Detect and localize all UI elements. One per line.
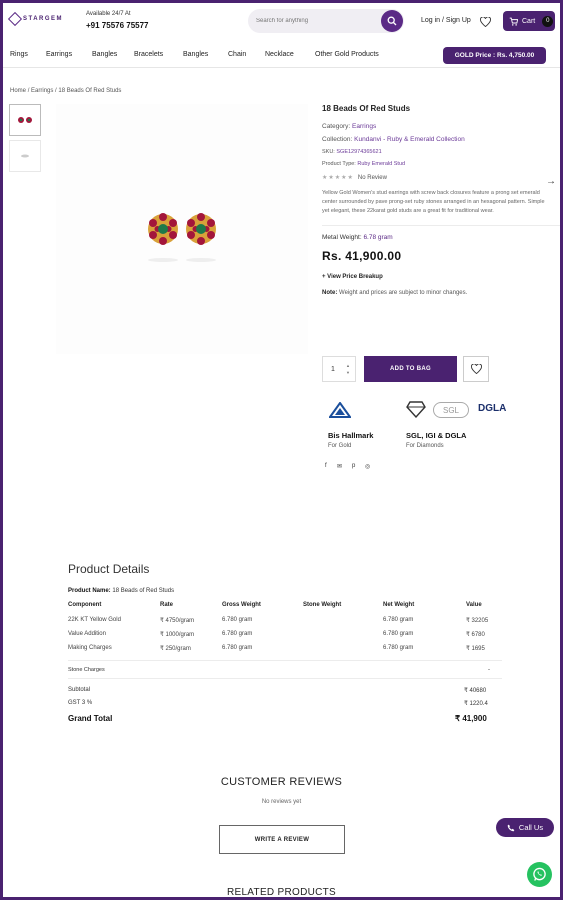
product-main-image[interactable]: [56, 104, 308, 354]
add-to-wishlist-button[interactable]: [463, 356, 489, 382]
search-icon: [387, 16, 397, 26]
product-description: Yellow Gold Women's stud earrings with s…: [322, 190, 545, 214]
rating-stars[interactable]: ★★★★★ No Review: [322, 174, 560, 181]
nav-item-chain[interactable]: Chain: [228, 51, 246, 58]
bis-hallmark-icon: [329, 402, 351, 418]
whatsapp-icon: [533, 867, 546, 881]
metal-weight: Metal Weight: 6.78 gram: [322, 234, 393, 241]
search-button[interactable]: [381, 10, 403, 32]
breadcrumb-home[interactable]: Home: [10, 88, 26, 94]
table-header-component: Component: [68, 602, 102, 608]
phone-icon: [507, 824, 515, 831]
grand-total-value: ₹ 41,900: [455, 714, 487, 723]
product-price: Rs. 41,900.00: [322, 249, 402, 263]
write-review-button[interactable]: WRITE A REVIEW: [219, 825, 345, 854]
product-sku: SKU: SGE12974365621: [322, 149, 382, 155]
quantity-value: 1: [331, 365, 335, 373]
bis-hallmark-sub: For Gold: [328, 443, 352, 449]
cart-count-badge: 0: [542, 15, 554, 27]
left-stud-earring: [148, 213, 178, 245]
nav-item-rings[interactable]: Rings: [10, 51, 28, 58]
product-category: Category: Earrings: [322, 123, 377, 130]
grand-total-label: Grand Total: [68, 714, 113, 723]
site-header: STARGEM Available 24/7 At +91 75576 7557…: [0, 0, 563, 44]
nav-item-earrings[interactable]: Earrings: [46, 51, 72, 58]
right-stud-earring: [186, 213, 216, 245]
earring-thumbnail-image: [18, 117, 32, 123]
call-us-button[interactable]: Call Us: [496, 818, 554, 837]
review-count: No Review: [357, 175, 387, 181]
bis-hallmark-title: Bis Hallmark: [328, 431, 374, 440]
cart-label: Cart: [522, 17, 536, 25]
breadcrumb: Home / Earrings / 18 Beads Of Red Studs: [10, 88, 122, 94]
certification-title: SGL, IGI & DGLA: [406, 431, 467, 440]
add-to-bag-button[interactable]: ADD TO BAG: [364, 356, 457, 382]
gst-label: GST 3 %: [68, 700, 93, 706]
collection-link[interactable]: Kundanvi - Ruby & Emerald Collection: [354, 136, 465, 143]
search-input[interactable]: [256, 18, 376, 24]
gold-price-badge: GOLD Price : Rs. 4,750.00: [443, 47, 546, 64]
table-header-gross-weight: Gross Weight: [222, 602, 261, 608]
pinterest-icon[interactable]: p: [352, 463, 355, 469]
availability-text: Available 24/7 At: [86, 11, 131, 17]
login-signup-link[interactable]: Log in / Sign Up: [421, 17, 471, 24]
nav-item-other-gold-products[interactable]: Other Gold Products: [315, 51, 379, 58]
table-header-value: Value: [466, 602, 482, 608]
table-header-stone-weight: Stone Weight: [303, 602, 342, 608]
whatsapp-chat-button[interactable]: [527, 862, 552, 887]
product-type-link[interactable]: Ruby Emerald Stud: [357, 161, 405, 167]
logo-text: STARGEM: [23, 16, 64, 22]
product-details-title: Product Details: [68, 562, 150, 576]
nav-item-bangles[interactable]: Bangles: [92, 51, 117, 58]
diamond-icon: [406, 401, 426, 418]
subtotal-label: Subtotal: [68, 687, 91, 693]
table-header-rate: Rate: [160, 602, 174, 608]
site-logo[interactable]: STARGEM: [7, 11, 64, 27]
dgla-logo: DGLA: [478, 403, 507, 414]
breadcrumb-current: 18 Beads Of Red Studs: [58, 88, 122, 94]
left-stud-shadow: [148, 258, 178, 262]
facebook-icon[interactable]: f: [325, 463, 327, 469]
next-product-arrow-icon[interactable]: →: [546, 176, 556, 187]
category-link[interactable]: Earrings: [352, 123, 376, 130]
breadcrumb-earrings[interactable]: Earrings: [31, 88, 53, 94]
heart-icon: [480, 16, 491, 28]
gst-value: ₹ 1220.4: [464, 701, 488, 707]
sgl-logo: SGL: [433, 402, 469, 418]
email-icon[interactable]: ✉: [337, 463, 342, 470]
nav-item-bangles-2[interactable]: Bangles: [183, 51, 208, 58]
product-collection: Collection: Kundanvi - Ruby & Emerald Co…: [322, 136, 465, 143]
quantity-spin-icon[interactable]: ▲ ▼: [346, 362, 350, 376]
logo-diamond-icon: [7, 11, 23, 27]
product-title: 18 Beads Of Red Studs: [322, 104, 411, 113]
quantity-stepper[interactable]: 1 ▲ ▼: [322, 356, 356, 382]
earring-side-thumbnail-image: [21, 154, 29, 158]
search-bar: [248, 9, 404, 33]
stone-charges-value: -: [488, 667, 490, 673]
cart-button[interactable]: Cart 0: [503, 11, 555, 31]
product-details-name: Product Name: 18 Beads of Red Studs: [68, 588, 175, 594]
related-products-title: RELATED PRODUCTS: [226, 887, 337, 898]
view-price-breakup-link[interactable]: + View Price Breakup: [322, 274, 560, 280]
nav-item-necklace[interactable]: Necklace: [265, 51, 294, 58]
phone-number[interactable]: +91 75576 75577: [86, 21, 149, 30]
whatsapp-share-icon[interactable]: ◎: [365, 463, 370, 470]
table-header-net-weight: Net Weight: [383, 602, 415, 608]
product-type: Product Type: Ruby Emerald Stud: [322, 161, 406, 167]
cart-icon: [509, 17, 518, 26]
no-reviews-text: No reviews yet: [261, 799, 302, 805]
product-info: 18 Beads Of Red Studs Category: Earrings…: [322, 104, 560, 296]
certification-sub: For Diamonds: [406, 443, 444, 449]
gallery-thumbnail-2[interactable]: [9, 140, 41, 172]
heart-icon: [470, 364, 482, 374]
nav-item-bracelets[interactable]: Bracelets: [134, 51, 163, 58]
right-stud-shadow: [186, 258, 216, 262]
price-note: Note: Weight and prices are subject to m…: [322, 290, 468, 296]
gallery-thumbnail-1[interactable]: [9, 104, 41, 136]
wishlist-button[interactable]: [480, 14, 491, 32]
stone-charges-label: Stone Charges: [68, 667, 105, 673]
subtotal-value: ₹ 40680: [464, 688, 487, 694]
customer-reviews-title: CUSTOMER REVIEWS: [220, 776, 343, 788]
